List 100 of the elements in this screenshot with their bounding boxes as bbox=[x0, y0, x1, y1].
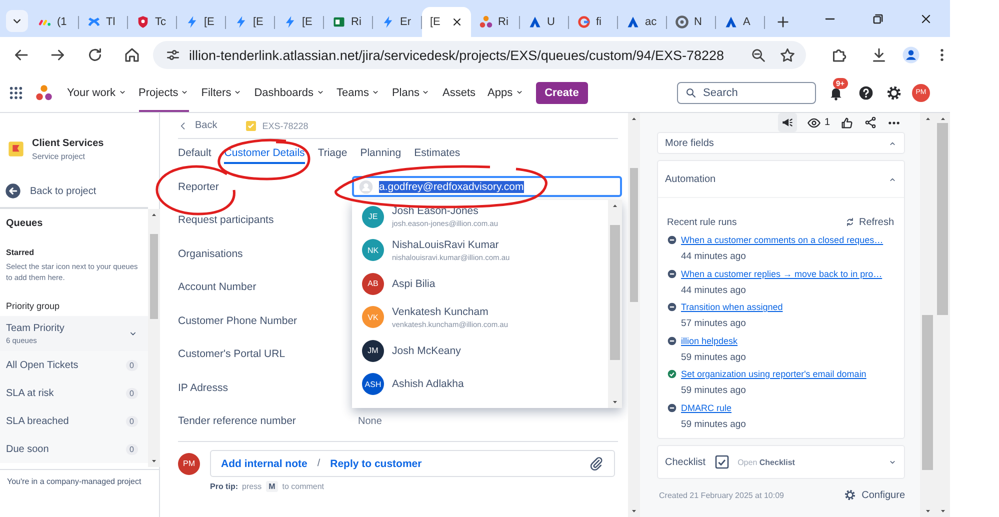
profile-icon[interactable] bbox=[902, 46, 920, 64]
browser-tab[interactable]: Tc bbox=[128, 7, 177, 37]
up-arrow-icon[interactable] bbox=[630, 115, 638, 123]
browser-tab[interactable]: Er bbox=[373, 7, 422, 37]
option-name: Josh Eason-Jones bbox=[392, 205, 480, 218]
down-arrow-icon[interactable] bbox=[611, 398, 619, 406]
queue-item[interactable]: SLA breached 0 bbox=[0, 407, 148, 435]
option-name: Ashish Adlakha bbox=[392, 378, 464, 390]
settings-icon bbox=[844, 489, 856, 501]
browser-tab[interactable]: Ri bbox=[324, 7, 373, 37]
section-heading: Recent rule runs bbox=[667, 216, 737, 228]
help-icon[interactable] bbox=[858, 84, 874, 100]
rule-time: 59 minutes ago bbox=[680, 418, 747, 432]
project-type: Service project bbox=[32, 152, 86, 160]
up-arrow-icon[interactable] bbox=[611, 202, 619, 210]
browser-tab[interactable]: A bbox=[716, 7, 765, 37]
browser-tab[interactable]: (1 bbox=[30, 7, 79, 37]
browser-tab[interactable]: fi bbox=[569, 7, 618, 37]
browser-tab[interactable]: Tl bbox=[79, 7, 128, 37]
more-fields-card[interactable]: More fields bbox=[657, 132, 905, 154]
add-note-link[interactable]: Add internal note bbox=[221, 458, 308, 470]
queue-item[interactable]: SLA at risk 0 bbox=[0, 379, 148, 407]
nav-item[interactable]: Dashboards bbox=[254, 74, 325, 112]
suggestion-option[interactable]: AB Aspi Bilia bbox=[352, 267, 608, 300]
create-button[interactable]: Create bbox=[536, 82, 588, 104]
megaphone-icon[interactable] bbox=[781, 116, 794, 129]
reload-icon[interactable] bbox=[86, 46, 104, 64]
nav-item[interactable]: Filters bbox=[201, 74, 242, 112]
card-title: More fields bbox=[665, 138, 714, 148]
browser-tab[interactable]: [E bbox=[177, 7, 226, 37]
reply-link[interactable]: Reply to customer bbox=[330, 458, 422, 470]
project-flag-icon bbox=[8, 141, 24, 157]
tab[interactable]: Triage bbox=[318, 144, 348, 164]
tip-text: to comment bbox=[282, 482, 324, 491]
thumbs-up-icon[interactable] bbox=[840, 116, 854, 130]
browser-tab[interactable]: U bbox=[520, 7, 569, 37]
restore-icon[interactable] bbox=[871, 12, 885, 26]
tip-label: Pro tip: bbox=[210, 482, 238, 491]
rule-time: 44 minutes ago bbox=[680, 284, 747, 298]
eye-icon[interactable] bbox=[807, 116, 822, 130]
field-label: Account Number bbox=[178, 281, 258, 294]
rule-link[interactable]: When a customer replies → move back to in pro… bbox=[681, 268, 882, 278]
scrollbar-thumb[interactable] bbox=[630, 168, 638, 302]
tab-search-button[interactable] bbox=[6, 10, 28, 32]
refresh-button[interactable]: Refresh bbox=[844, 216, 894, 228]
tip-text: press bbox=[242, 482, 262, 491]
browser-tab[interactable]: N bbox=[667, 7, 716, 37]
nav-item[interactable]: Apps bbox=[488, 74, 524, 112]
queue-name: SLA at risk bbox=[6, 388, 54, 398]
browser-tab[interactable]: [E bbox=[422, 7, 471, 37]
tab[interactable]: Estimates bbox=[414, 144, 460, 164]
nav-item[interactable]: Your work bbox=[67, 74, 127, 112]
settings-icon[interactable] bbox=[886, 84, 902, 100]
scrollbar-thumb[interactable] bbox=[922, 315, 933, 470]
logo-icon[interactable] bbox=[35, 84, 53, 102]
rule-link[interactable]: When a customer comments on a closed reques… bbox=[681, 235, 884, 245]
down-arrow-icon[interactable] bbox=[150, 457, 158, 465]
app-switcher-icon[interactable] bbox=[9, 86, 23, 100]
comment-box[interactable]: Add internal note / Reply to customer bbox=[210, 450, 615, 477]
suggestion-option[interactable]: JM Josh McKeany bbox=[352, 334, 608, 368]
tab[interactable]: Default bbox=[178, 144, 212, 164]
rule-link[interactable]: DMARC rule bbox=[681, 402, 732, 412]
configure-button[interactable]: Configure bbox=[844, 489, 905, 501]
nav-item[interactable]: Teams bbox=[336, 74, 380, 112]
attachment-icon[interactable] bbox=[589, 456, 604, 471]
created-date: Created 21 February 2025 at 10:09 bbox=[659, 490, 784, 500]
download-icon[interactable] bbox=[870, 46, 888, 64]
address-bar[interactable]: illion-tenderlink.atlassian.net/jira/servicedesk/projects/EXS/queues/custom/94/EXS-78228 bbox=[153, 41, 806, 69]
tab[interactable]: Planning bbox=[360, 144, 402, 164]
reporter-field[interactable]: a.godfrey@redfoxadvisory.com bbox=[352, 176, 622, 198]
up-arrow-icon[interactable] bbox=[150, 211, 158, 219]
browser-tab[interactable]: ac bbox=[618, 7, 667, 37]
queue-item[interactable]: All Open Tickets 0 bbox=[0, 351, 148, 379]
star-icon[interactable] bbox=[779, 46, 796, 64]
checklist-icon bbox=[714, 454, 730, 470]
browser-tab[interactable]: [E bbox=[275, 7, 324, 37]
rule-link[interactable]: illion helpdesk bbox=[681, 336, 738, 346]
browser-tab[interactable]: [E bbox=[226, 7, 275, 37]
back-link[interactable]: Back bbox=[178, 120, 218, 131]
search-field[interactable]: Search bbox=[677, 82, 816, 104]
rule-link[interactable]: Set organization using reporter's email domain bbox=[681, 369, 866, 379]
home-icon[interactable] bbox=[123, 46, 141, 64]
suggestion-option[interactable]: ASH Ashish Adlakha bbox=[352, 368, 608, 401]
site-settings-icon[interactable] bbox=[165, 47, 181, 63]
scrollbar-thumb[interactable] bbox=[937, 123, 948, 315]
scrollbar-thumb[interactable] bbox=[150, 234, 158, 319]
queue-item[interactable]: Due soon 0 bbox=[0, 435, 148, 463]
nav-item[interactable]: Assets bbox=[442, 74, 476, 112]
zoom-icon[interactable] bbox=[750, 46, 767, 64]
plus-icon[interactable] bbox=[775, 14, 791, 30]
scrollbar-thumb[interactable] bbox=[610, 225, 620, 360]
down-arrow-icon[interactable] bbox=[630, 507, 638, 515]
nav-item[interactable]: Plans bbox=[392, 74, 430, 112]
browser-tab[interactable]: Ri bbox=[471, 7, 520, 37]
open-checklist-link[interactable]: Open Checklist bbox=[738, 458, 795, 466]
share-icon[interactable] bbox=[864, 116, 877, 129]
back-to-project-link[interactable]: Back to project bbox=[5, 178, 159, 204]
rule-link[interactable]: Transition when assigned bbox=[681, 302, 783, 312]
back-circle-icon bbox=[5, 183, 21, 199]
group-name: Team Priority bbox=[6, 322, 64, 334]
